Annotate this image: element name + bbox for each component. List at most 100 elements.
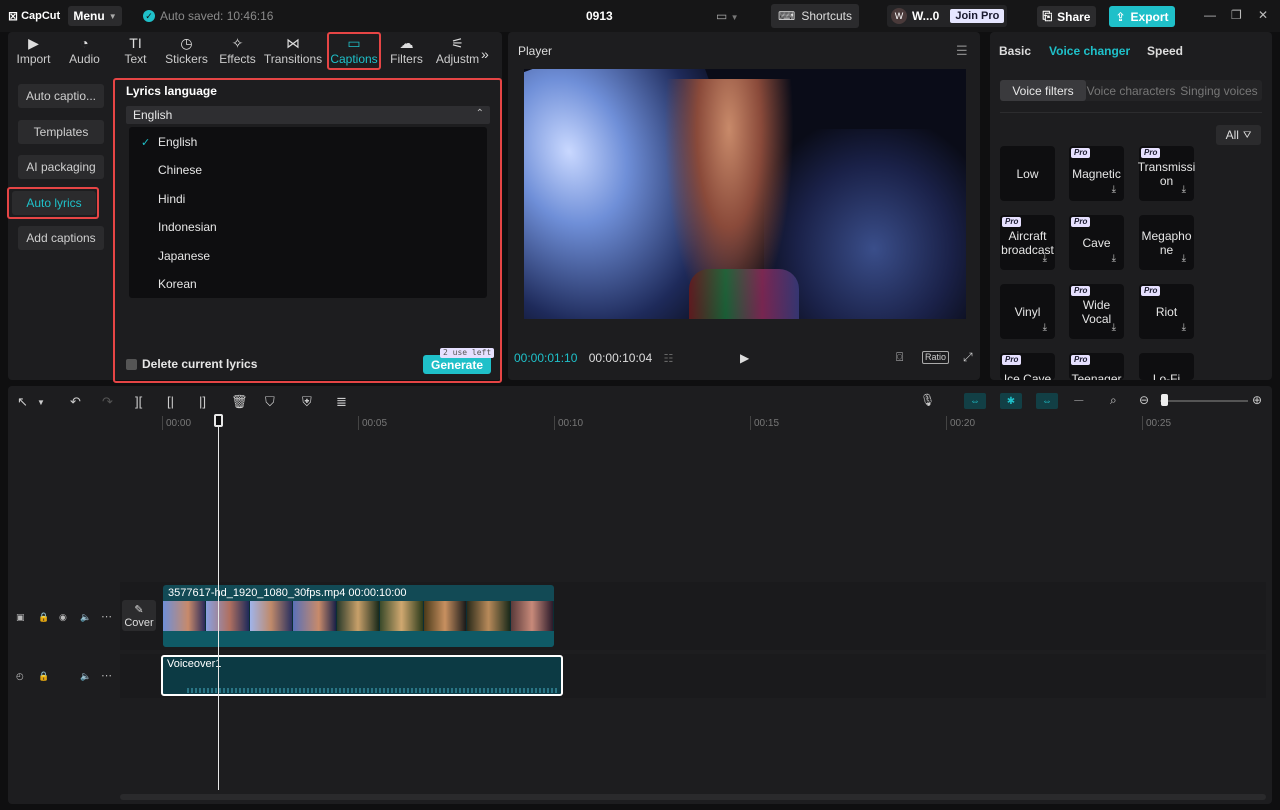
download-icon[interactable]: ⤓ <box>1043 252 1047 266</box>
menu-button[interactable]: Menu ▼ <box>68 6 122 26</box>
caption-edit-icon[interactable]: ≣ <box>336 394 347 410</box>
tab-voice-changer[interactable]: Voice changer <box>1049 44 1130 58</box>
zoom-slider[interactable] <box>1160 400 1248 402</box>
main-track-magnet-icon[interactable]: ⇔ <box>964 393 986 409</box>
close-icon[interactable]: ✕ <box>1258 8 1268 22</box>
tab-filters[interactable]: ☁ Filters <box>381 32 432 70</box>
download-icon[interactable]: ⤓ <box>1112 321 1116 335</box>
voice-filter-card[interactable]: Pro Cave ⤓ <box>1069 215 1124 270</box>
speaker-icon[interactable]: 🔈 <box>80 671 91 682</box>
language-option-hindi[interactable]: Hindi <box>129 185 487 213</box>
video-preview[interactable] <box>524 69 966 319</box>
voice-filter-card[interactable]: Low <box>1000 146 1055 201</box>
zoom-out-icon[interactable]: ⊖ <box>1139 393 1149 407</box>
delete-lyrics-checkbox[interactable]: Delete current lyrics <box>126 357 257 371</box>
tab-captions[interactable]: ▭ Captions <box>327 32 381 70</box>
more-icon[interactable]: ⋯ <box>101 669 112 682</box>
voice-filter-card[interactable]: Pro Transmissi on ⤓ <box>1138 146 1195 201</box>
lock-icon[interactable]: 🔒 <box>38 612 49 623</box>
caption-preview-icon[interactable]: ⌕ <box>1110 393 1117 408</box>
tab-effects[interactable]: ✧ Effects <box>212 32 263 70</box>
download-icon[interactable]: ⤓ <box>1112 252 1116 266</box>
project-title[interactable]: 0913 <box>586 9 613 23</box>
play-icon[interactable]: ▶ <box>740 351 749 365</box>
hamburger-menu-icon[interactable]: ☰ <box>956 43 968 59</box>
trim-right-icon[interactable]: |] <box>199 394 206 409</box>
layout-icon[interactable]: ▭ ▼ <box>716 9 739 23</box>
playhead-handle[interactable] <box>214 414 223 427</box>
fullscreen-icon[interactable]: ⤢ <box>963 350 973 365</box>
restore-icon[interactable]: ❐ <box>1231 8 1242 22</box>
tab-speed[interactable]: Speed <box>1147 44 1183 58</box>
voice-filter-card[interactable]: Vinyl ⤓ <box>1000 284 1055 339</box>
timeline-grid-icon[interactable]: ☷ <box>664 353 674 365</box>
download-icon[interactable]: ⤓ <box>1182 252 1186 266</box>
voice-filter-card[interactable]: Pro Aircraft broadcast ⤓ <box>1000 215 1055 270</box>
language-option-indonesian[interactable]: Indonesian <box>129 213 487 241</box>
voice-filter-card[interactable]: Lo-Fi <box>1139 353 1194 380</box>
download-icon[interactable]: ⤓ <box>1182 183 1186 197</box>
subtab-voice-filters[interactable]: Voice filters <box>1000 80 1086 101</box>
preview-axis-icon[interactable]: ⏤ <box>1074 393 1084 408</box>
sidebar-item-auto-captions[interactable]: Auto captio... <box>18 84 104 108</box>
sidebar-item-add-captions[interactable]: Add captions <box>18 226 104 250</box>
tab-basic[interactable]: Basic <box>999 44 1031 58</box>
trim-left-icon[interactable]: [| <box>167 394 174 409</box>
voice-filter-card[interactable]: Pro Riot ⤓ <box>1139 284 1194 339</box>
eye-icon[interactable]: ◉ <box>59 612 67 623</box>
split-icon[interactable]: ][ <box>135 394 142 409</box>
download-icon[interactable]: ⤓ <box>1182 321 1186 335</box>
voice-filter-card[interactable]: Pro Magnetic ⤓ <box>1069 146 1124 201</box>
more-icon[interactable]: ⋯ <box>101 610 112 623</box>
language-option-japanese[interactable]: Japanese <box>129 242 487 270</box>
sidebar-item-ai-packaging[interactable]: AI packaging <box>18 155 104 179</box>
minimize-icon[interactable]: — <box>1204 8 1216 22</box>
account-button[interactable]: W W...0 Join Pro <box>887 5 1007 27</box>
zoom-slider-handle[interactable] <box>1161 394 1168 406</box>
tab-stickers[interactable]: ◷ Stickers <box>161 32 212 70</box>
zoom-in-icon[interactable]: ⊕ <box>1252 393 1262 407</box>
language-option-korean[interactable]: Korean <box>129 270 487 298</box>
export-button[interactable]: ⇪ Export <box>1109 6 1175 27</box>
subtab-singing-voices[interactable]: Singing voices <box>1176 80 1262 101</box>
video-clip[interactable]: 3577617-hd_1920_1080_30fps.mp4 00:00:10:… <box>163 585 554 647</box>
chevron-down-icon[interactable]: ▼ <box>37 398 45 407</box>
language-option-english[interactable]: ✓ English <box>129 128 487 156</box>
tab-adjustment[interactable]: ⚟ Adjustm <box>432 32 483 70</box>
voice-filter-card[interactable]: Pro Wide Vocal ⤓ <box>1069 284 1124 339</box>
download-icon[interactable]: ⤓ <box>1112 183 1116 197</box>
tab-import[interactable]: ▶ Import <box>8 32 59 70</box>
voice-filter-card[interactable]: Megapho ne ⤓ <box>1139 215 1194 270</box>
lock-icon[interactable]: 🔒 <box>38 671 49 682</box>
more-tools-icon[interactable]: » <box>481 46 489 62</box>
language-select[interactable]: English ⌃ <box>126 106 490 124</box>
speaker-icon[interactable]: 🔈 <box>80 612 91 623</box>
mark-icon[interactable]: ⛉ <box>265 394 275 410</box>
microphone-icon[interactable]: 🎙 <box>920 393 935 407</box>
filter-all-button[interactable]: All ⛛ <box>1216 125 1261 145</box>
fit-screen-icon[interactable]: ⌼ <box>896 350 903 365</box>
join-pro-badge[interactable]: Join Pro <box>950 9 1005 23</box>
tab-transitions[interactable]: ⋈ Transitions <box>263 32 323 70</box>
share-button[interactable]: ⎘ Share <box>1037 6 1096 27</box>
select-cursor-icon[interactable]: ↖ <box>17 394 28 410</box>
language-option-chinese[interactable]: Chinese <box>129 156 487 184</box>
shield-icon[interactable]: ⛨ <box>302 394 312 410</box>
cover-button[interactable]: ✎ Cover <box>122 600 156 631</box>
voiceover-clip[interactable]: Voiceover1 <box>161 655 563 696</box>
delete-icon[interactable]: 🗑 <box>231 394 248 410</box>
playhead-line[interactable] <box>218 415 219 790</box>
shortcuts-button[interactable]: ⌨ Shortcuts <box>771 4 859 28</box>
download-icon[interactable]: ⤓ <box>1043 321 1047 335</box>
voice-filter-card[interactable]: Pro Ice Cave <box>1000 353 1055 380</box>
sidebar-item-templates[interactable]: Templates <box>18 120 104 144</box>
voice-filter-card[interactable]: Pro Teenager <box>1069 353 1124 380</box>
tab-text[interactable]: TI Text <box>110 32 161 70</box>
linkage-icon[interactable]: ⇔ <box>1036 393 1058 409</box>
auto-snap-icon[interactable]: ✱ <box>1000 393 1022 409</box>
timeline-horizontal-scrollbar[interactable] <box>120 794 1266 800</box>
undo-icon[interactable]: ↶ <box>70 394 81 410</box>
ratio-button[interactable]: Ratio <box>922 351 950 364</box>
subtab-voice-characters[interactable]: Voice characters <box>1086 80 1176 101</box>
tab-audio[interactable]: ◔ Audio <box>59 32 110 70</box>
